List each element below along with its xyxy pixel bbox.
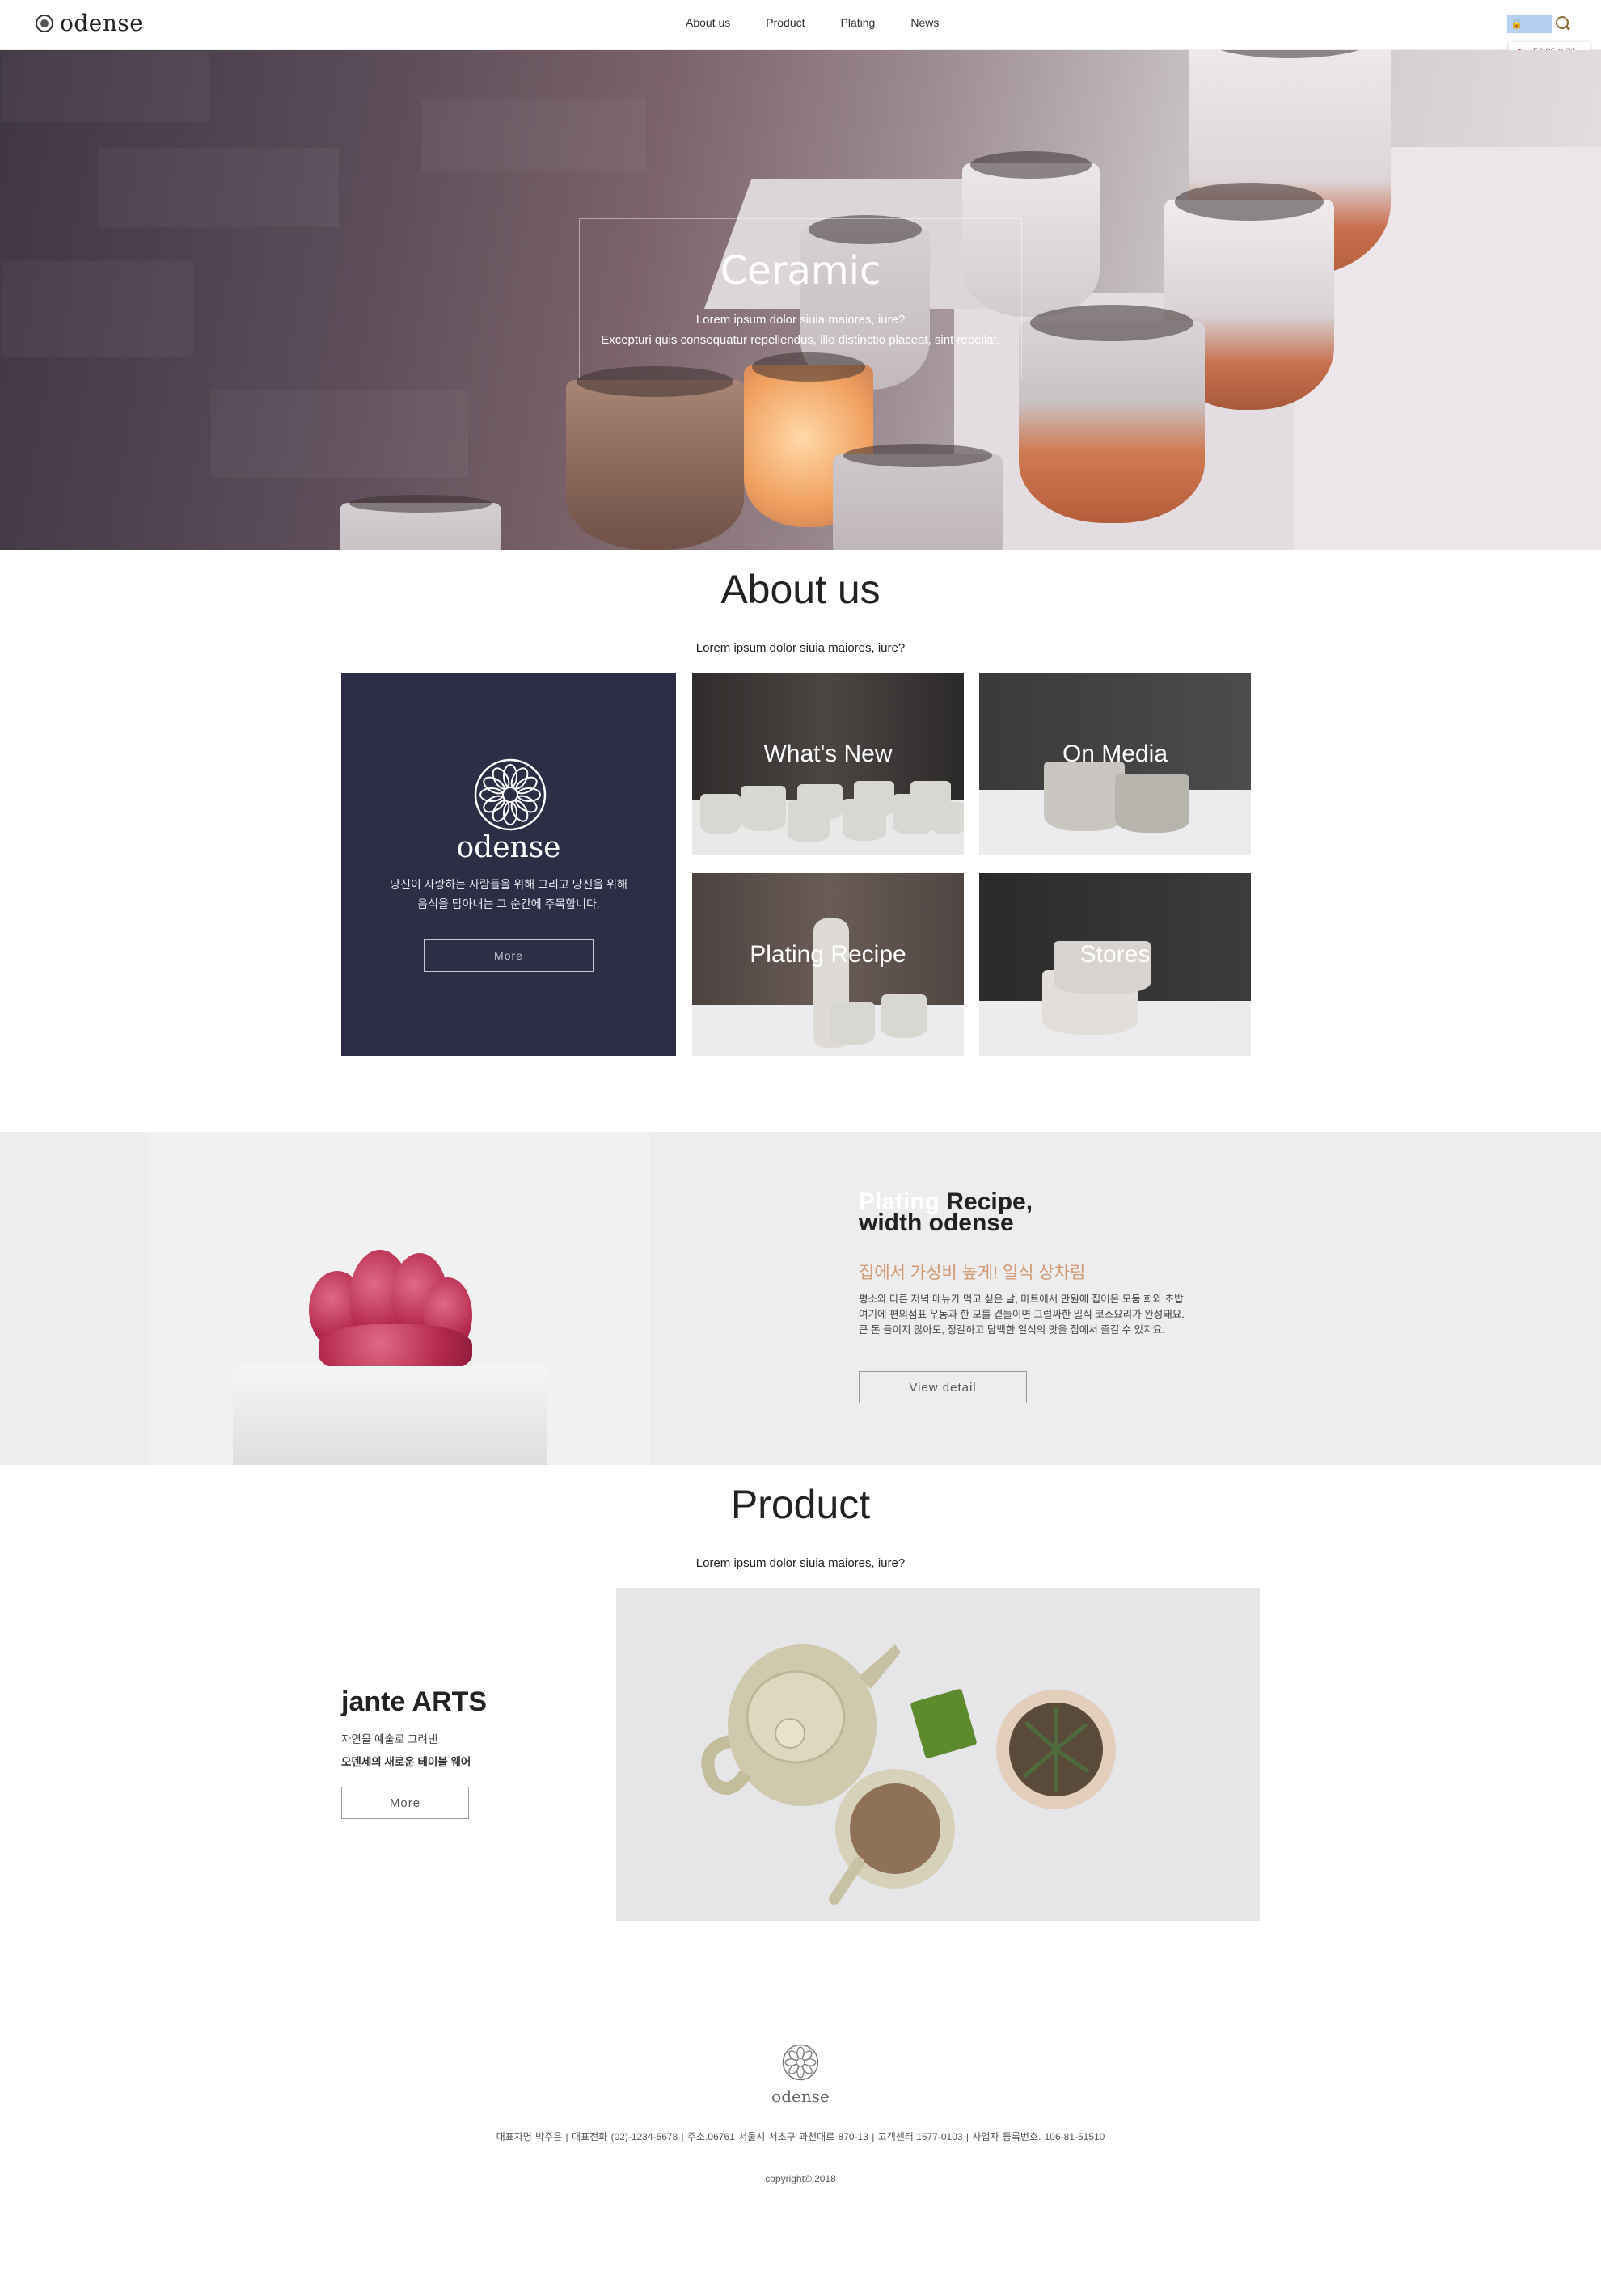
plating-title: Plating Recipe, width odense	[859, 1190, 1033, 1236]
about-title: About us	[720, 567, 881, 612]
site-logo[interactable]: odense	[36, 10, 143, 36]
view-detail-button[interactable]: View detail	[859, 1371, 1027, 1403]
tile-cup	[931, 802, 964, 834]
hero-title: Ceramic	[720, 248, 881, 293]
product-desc-1: 자연을 예술로 그려낸	[341, 1733, 438, 1745]
hero-ceramic-cup	[340, 495, 501, 550]
tile-stores[interactable]: Stores	[979, 873, 1251, 1056]
hero-ceramic-cup	[1019, 305, 1205, 523]
odense-flower-icon	[474, 758, 547, 831]
product-subtitle: Lorem ipsum dolor siuia maiores, iure?	[695, 1556, 906, 1570]
tile-label: Plating Recipe	[750, 941, 906, 968]
footer-flower-icon	[782, 2044, 819, 2081]
white-planter	[233, 1366, 547, 1465]
hero-line-1: Lorem ipsum dolor siuia maiores, iure?	[695, 313, 906, 327]
tile-on-media[interactable]: On Media	[979, 673, 1251, 855]
product-photo	[616, 1588, 1260, 1921]
tile-whats-new[interactable]: What's New	[692, 673, 964, 855]
tile-label: What's New	[763, 741, 893, 767]
brand-desc-line-1: 당신이 사랑하는 사람들을 위해 그리고 당신을 위해	[390, 878, 627, 891]
footer-company-info: 대표자명 박주은 | 대표전화 (02)-1234-5678 | 주소.0676…	[496, 2131, 1105, 2142]
tile-jar	[1044, 762, 1125, 831]
brand-more-button[interactable]: More	[424, 939, 594, 972]
product-title: Product	[730, 1482, 871, 1527]
product-more-button[interactable]: More	[341, 1787, 469, 1819]
plating-description: 평소와 다른 저녁 메뉴가 먹고 싶은 날, 마트에서 만원에 집어온 모둠 회…	[859, 1292, 1239, 1338]
tile-cup	[854, 781, 894, 817]
cactus-photo	[149, 1132, 650, 1465]
brand-desc-line-2: 음식을 담아내는 그 순간에 주목합니다.	[417, 897, 600, 910]
plating-subtitle: 집에서 가성비 높게! 일식 상차림	[859, 1264, 1086, 1282]
hero-banner: Ceramic Lorem ipsum dolor siuia maiores,…	[0, 50, 1601, 550]
tile-cup	[700, 794, 741, 834]
hero-brick	[0, 50, 210, 123]
plating-desc-line-2: 여기에 편의점표 우동과 한 모를 곁들이면 그럴싸한 일식 코스요리가 완성돼…	[859, 1309, 1185, 1320]
nav-plating[interactable]: Plating	[841, 16, 876, 29]
tile-plating-recipe[interactable]: Plating Recipe	[692, 873, 964, 1056]
plating-desc-line-1: 평소와 다른 저녁 메뉴가 먹고 싶은 날, 마트에서 만원에 집어온 모둠 회…	[859, 1294, 1187, 1305]
brand-card: odense 당신이 사랑하는 사람들을 위해 그리고 당신을 위해 음식을 담…	[341, 673, 676, 1056]
logo-flower-icon	[36, 14, 53, 32]
nav-about-us[interactable]: About us	[686, 16, 730, 29]
teaware-illustration	[701, 1644, 1116, 1905]
footer-copyright: copyright© 2018	[765, 2173, 836, 2184]
hero-ceramic-cup	[833, 444, 1003, 550]
search-icon[interactable]	[1556, 16, 1569, 29]
product-name: jante ARTS	[341, 1686, 488, 1717]
footer-logo[interactable]: odense	[768, 2044, 833, 2106]
tile-jar	[1115, 774, 1189, 833]
tile-label: On Media	[1062, 741, 1168, 767]
nav-news[interactable]: News	[910, 16, 939, 29]
plating-section	[0, 1132, 1601, 1465]
hero-text: Lorem ipsum dolor siuia maiores, iure? E…	[580, 310, 1021, 350]
tile-cup	[741, 786, 786, 831]
hero-brick	[210, 390, 469, 479]
plating-desc-line-3: 큰 돈 들이지 않아도, 정갈하고 담백한 일식의 맛을 집에서 즐길 수 있지…	[859, 1324, 1165, 1336]
hero-brick	[97, 147, 340, 228]
about-subtitle: Lorem ipsum dolor siuia maiores, iure?	[695, 641, 906, 655]
logo-text: odense	[60, 10, 144, 36]
plating-title-line-2: width odense	[859, 1209, 1014, 1236]
nav-product[interactable]: Product	[766, 16, 805, 29]
product-desc-2: 오덴세의 새로운 테이블 웨어	[341, 1756, 471, 1768]
search-input[interactable]: 🔒	[1507, 15, 1552, 33]
hero-caption-box: Ceramic Lorem ipsum dolor siuia maiores,…	[579, 218, 1022, 378]
footer-logo-text: odense	[771, 2087, 830, 2106]
tile-label: Stores	[1079, 941, 1151, 968]
site-header: odense About us Product Plating News 🔒 a…	[0, 0, 1601, 61]
tile-cup	[830, 1002, 875, 1045]
tile-cup	[881, 994, 927, 1038]
brand-card-description: 당신이 사랑하는 사람들을 위해 그리고 당신을 위해 음식을 담아내는 그 순…	[341, 875, 676, 914]
tile-cup	[797, 784, 843, 820]
main-nav: About us Product Plating News	[686, 16, 939, 29]
brand-card-name: odense	[456, 831, 561, 864]
hero-ceramic-cup	[566, 366, 744, 550]
hero-brick	[0, 260, 194, 357]
hero-line-2: Excepturi quis consequatur repellendus, …	[601, 333, 1000, 347]
hero-brick	[420, 99, 647, 171]
lock-icon: 🔒	[1510, 18, 1523, 29]
